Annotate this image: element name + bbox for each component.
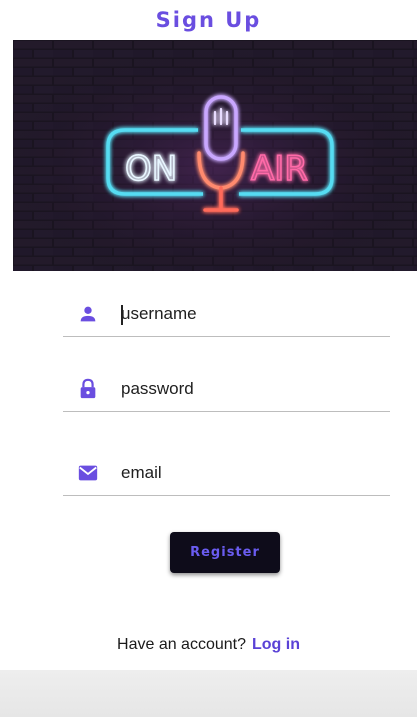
mail-icon [77,462,99,484]
username-input[interactable] [121,297,381,331]
register-button[interactable]: Register [170,532,280,573]
password-input[interactable] [121,372,381,406]
on-air-sign-image: ON AIR [13,40,417,271]
on-air-banner: ON AIR [13,40,417,271]
banner-text-air: AIR [251,149,308,189]
login-prompt: Have an account? Log in [0,636,417,654]
username-field [63,297,390,337]
sign-up-screen: Sign Up ON AIR username email Register H… [0,0,417,717]
banner-text-on: ON [125,149,177,189]
login-link[interactable]: Log in [252,636,300,653]
bottom-bar [0,670,417,717]
login-prompt-text: Have an account? [117,636,246,653]
person-icon [77,303,99,325]
email-input[interactable] [121,456,381,490]
lock-icon [77,378,99,400]
password-field [63,372,390,412]
page-title: Sign Up [155,8,262,32]
email-field [63,456,390,496]
